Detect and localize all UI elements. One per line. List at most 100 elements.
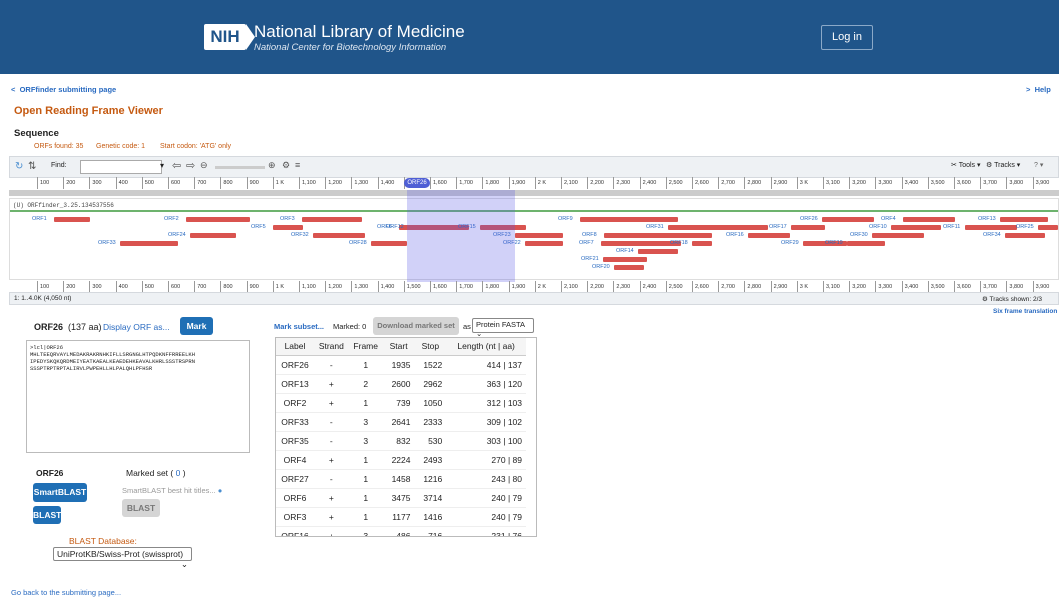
column-header[interactable]: Frame [348,338,383,356]
orf-feature-label[interactable]: ORF28 [349,240,367,247]
table-row[interactable]: ORF27-1 1458 1216 243 | 80 [276,469,526,489]
tracks-menu[interactable]: ⚙ Tracks ▾ [986,161,1020,169]
zoom-slider[interactable] [215,166,265,169]
orf-feature-label[interactable]: ORF4 [881,216,896,223]
orf-feature-label[interactable]: ORF19 [825,240,843,247]
orf-feature-bar[interactable] [371,241,407,246]
orf-feature-bar[interactable] [1005,233,1045,238]
smartblast-button[interactable]: SmartBLAST [33,483,87,502]
tracks-order-icon[interactable]: ⇅ [28,161,36,172]
orf-feature-label[interactable]: ORF13 [978,216,996,223]
table-row[interactable]: ORF6 +1 3475 3714 240 | 79 [276,488,526,508]
go-back-link[interactable]: Go back to the submitting page... [11,588,121,597]
orf-feature-label[interactable]: ORF14 [616,248,634,255]
orf-feature-bar[interactable] [580,217,678,222]
overview-bar[interactable] [9,190,1059,196]
mark-button[interactable]: Mark [180,317,213,335]
orf-feature-bar[interactable] [186,217,250,222]
mark-subset-link[interactable]: Mark subset... [274,322,324,331]
orf-feature-bar[interactable] [638,249,678,254]
orf-feature-label[interactable]: ORF34 [983,232,1001,239]
orf-feature-label[interactable]: ORF2 [164,216,179,223]
orf-feature-bar[interactable] [847,241,885,246]
column-header[interactable]: Length (nt | aa) [446,338,526,356]
orf-feature-bar[interactable] [302,217,362,222]
orf-feature-label[interactable]: ORF1 [32,216,47,223]
forward-arrow-icon[interactable]: ⇨ [186,159,195,172]
zoom-out-icon[interactable]: ⊖ [200,160,208,171]
orf-feature-label[interactable]: ORF20 [592,264,610,271]
orf-feature-bar[interactable] [891,225,941,230]
table-row[interactable]: ORF2 +1 739 1050 312 | 103 [276,393,526,413]
orf-feature-bar[interactable] [273,225,303,230]
selection-region[interactable] [407,190,515,282]
orf-feature-label[interactable]: ORF25 [1016,224,1034,231]
orf-feature-label[interactable]: ORF29 [781,240,799,247]
orf-feature-label[interactable]: ORF33 [98,240,116,247]
help-icon[interactable]: ? ▾ [1034,161,1043,169]
orf-feature-label[interactable]: ORF3 [280,216,295,223]
tools-menu[interactable]: ✂ Tools ▾ [951,161,981,169]
orf-feature-bar[interactable] [1000,217,1048,222]
orf-feature-bar[interactable] [313,233,365,238]
orf-feature-label[interactable]: ORF31 [646,224,664,231]
orf-feature-bar[interactable] [1038,225,1058,230]
orf-feature-bar[interactable] [515,233,563,238]
zoom-in-icon[interactable]: ⊕ [268,160,276,171]
orf-feature-label[interactable]: ORF5 [251,224,266,231]
orf-feature-bar[interactable] [604,233,712,238]
marked-set-count[interactable]: 0 [176,468,181,478]
orf-feature-label[interactable]: ORF32 [291,232,309,239]
orf-feature-bar[interactable] [525,241,563,246]
orf-feature-label[interactable]: ORF8 [582,232,597,239]
column-header[interactable]: Start [382,338,415,356]
table-row[interactable]: ORF33-3 2641 2333 309 | 102 [276,412,526,432]
orf-feature-label[interactable]: ORF18 [670,240,688,247]
orf-feature-bar[interactable] [603,257,647,262]
find-input[interactable] [80,160,162,174]
fasta-textarea[interactable]: >lcl|ORF26 MHLTEEQRVAYLMEDAKRAKRNHKIFLLS… [26,340,250,453]
orf-feature-label[interactable]: ORF24 [168,232,186,239]
back-arrow-icon[interactable]: ⇦ [172,159,181,172]
help-link[interactable]: > Help [1026,85,1051,94]
login-button[interactable]: Log in [821,25,873,50]
find-dropdown-icon[interactable]: ▾ [160,161,164,170]
column-header[interactable]: Label [276,338,314,356]
table-row[interactable]: ORF35-3 832 530 303 | 100 [276,431,526,451]
orf-feature-bar[interactable] [120,241,178,246]
orf-feature-label[interactable]: ORF12 [386,224,404,231]
orf-feature-bar[interactable] [190,233,236,238]
orf-marker[interactable]: ORF26 [404,178,430,188]
orf-feature-bar[interactable] [614,265,644,270]
orf-feature-bar[interactable] [872,233,924,238]
table-row[interactable]: ORF26-1 1935 1522 414 | 137 [276,355,526,375]
orf-feature-label[interactable]: ORF7 [579,240,594,247]
orf-feature-label[interactable]: ORF17 [769,224,787,231]
table-row[interactable]: ORF4 +1 2224 2493 270 | 89 [276,450,526,470]
orf-feature-label[interactable]: ORF26 [800,216,818,223]
config-icon[interactable]: ≡ [295,160,300,170]
format-select[interactable]: Protein FASTA ⌄ [472,318,534,338]
orf-feature-bar[interactable] [903,217,955,222]
nih-logo[interactable]: NIH [204,24,255,50]
column-header[interactable]: Strand [313,338,349,356]
org-name[interactable]: National Library of Medicine [254,22,465,42]
orf-feature-bar[interactable] [668,225,768,230]
table-row[interactable]: ORF16 +3 486 716 231 | 76 [276,526,526,536]
blast-db-select[interactable]: UniProtKB/Swiss-Prot (swissprot) ⌄ [53,547,192,569]
table-row[interactable]: ORF13 +2 2600 2962 363 | 120 [276,374,526,394]
info-icon[interactable]: ● [218,486,223,495]
orf-feature-bar[interactable] [54,217,90,222]
table-row[interactable]: ORF3 +1 1177 1416 240 | 79 [276,507,526,527]
orf-feature-label[interactable]: ORF9 [558,216,573,223]
display-orf-dropdown[interactable]: Display ORF as... [103,322,170,332]
orf-feature-label[interactable]: ORF16 [726,232,744,239]
orf-feature-label[interactable]: ORF11 [943,224,960,231]
back-link[interactable]: < ORFfinder submitting page [11,85,116,94]
orf-feature-label[interactable]: ORF10 [869,224,887,231]
orf-feature-bar[interactable] [791,225,825,230]
tracks-shown[interactable]: ⚙ Tracks shown: 2/3 [982,295,1042,303]
orf-feature-label[interactable]: ORF21 [581,256,599,263]
orf-feature-bar[interactable] [601,241,681,246]
orf-feature-bar[interactable] [965,225,1017,230]
